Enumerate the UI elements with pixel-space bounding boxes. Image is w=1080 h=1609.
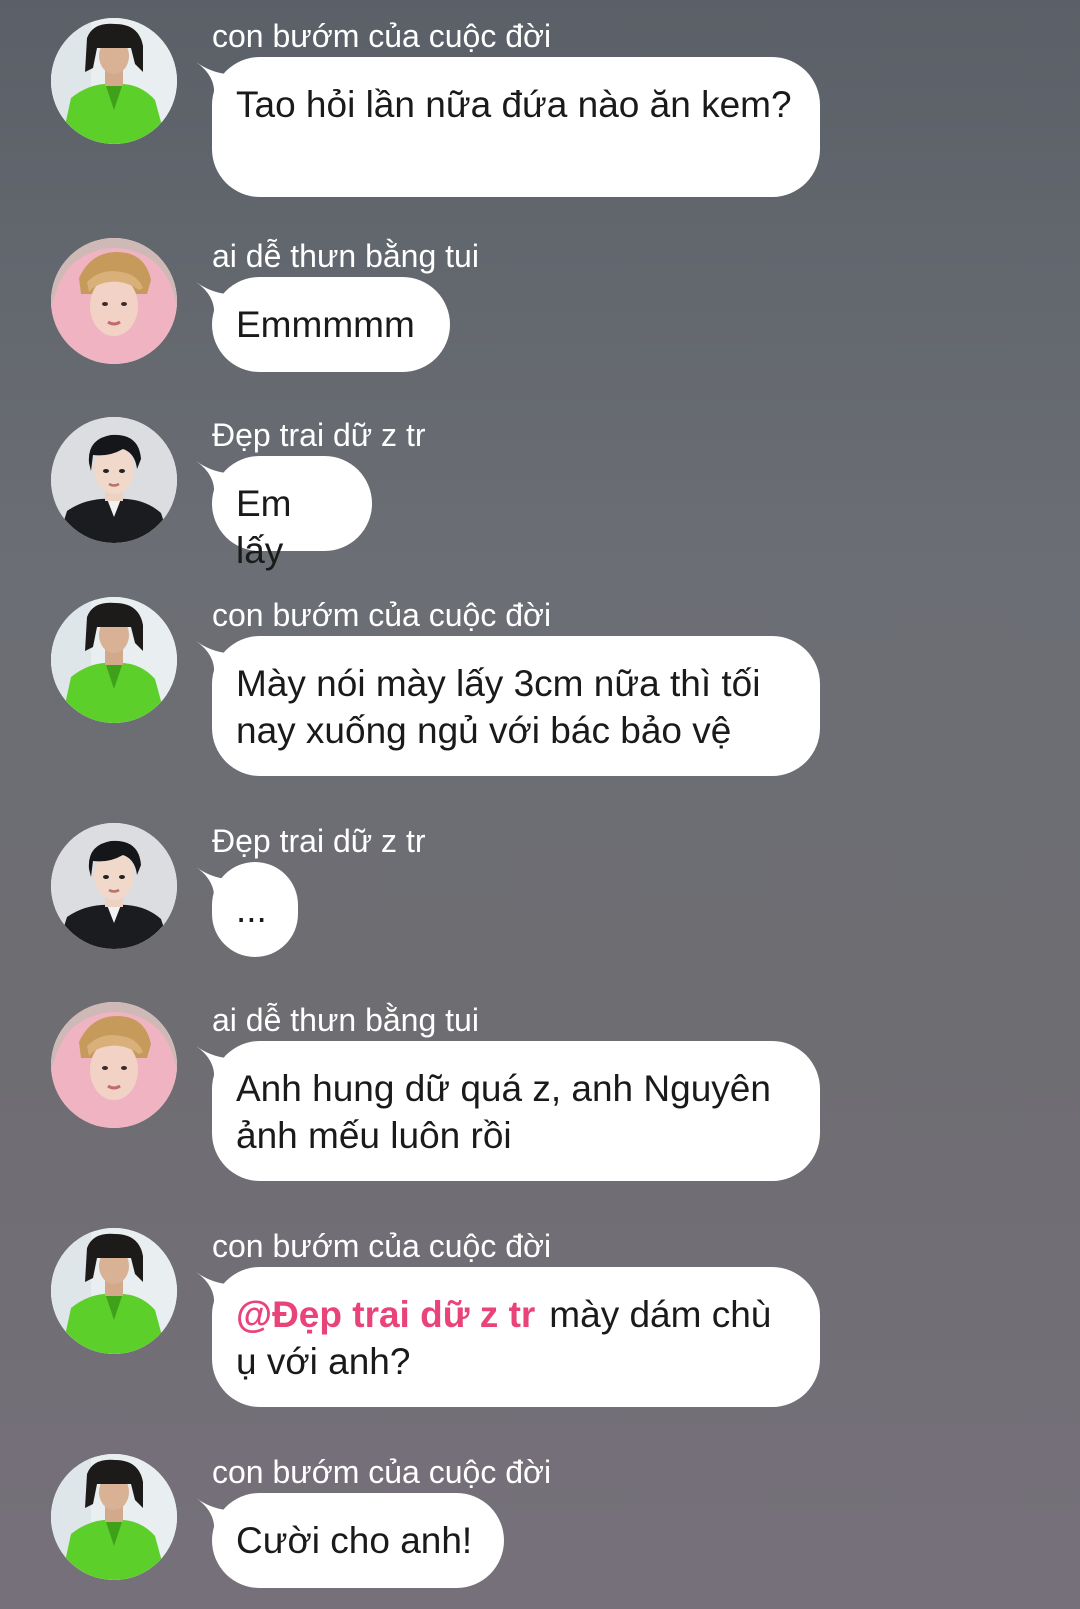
avatar-pink-hoodie[interactable] <box>51 238 177 364</box>
message-text: ... <box>236 889 267 930</box>
message-bubble[interactable]: ... <box>212 862 298 957</box>
message-bubble[interactable]: Anh hung dữ quá z, anh Nguyên ảnh mếu lu… <box>212 1041 820 1181</box>
message-bubble[interactable]: Tao hỏi lần nữa đứa nào ăn kem? <box>212 57 820 197</box>
sender-name: ai dễ thưn bằng tui <box>212 1002 479 1038</box>
message-bubble[interactable]: Em lấy <box>212 456 372 571</box>
message-bubble[interactable]: Mày nói mày lấy 3cm nữa thì tối nay xuốn… <box>212 636 820 776</box>
avatar-green-shirt[interactable] <box>51 18 177 144</box>
sender-name: con bướm của cuộc đời <box>212 1228 552 1264</box>
message-text: Tao hỏi lần nữa đứa nào ăn kem? <box>236 84 792 125</box>
message-text: Anh hung dữ quá z, anh Nguyên ảnh mếu lu… <box>236 1068 771 1156</box>
avatar-green-shirt[interactable] <box>51 597 177 723</box>
sender-name: con bướm của cuộc đời <box>212 18 552 54</box>
avatar-pink-hoodie[interactable] <box>51 1002 177 1128</box>
sender-name: Đẹp trai dữ z tr <box>212 823 426 859</box>
sender-name: con bướm của cuộc đời <box>212 1454 552 1490</box>
message-text: Emmmmm <box>236 304 415 345</box>
avatar-black-jacket[interactable] <box>51 417 177 543</box>
message-bubble[interactable]: Cười cho anh! <box>212 1493 504 1588</box>
user-mention[interactable]: @Đẹp trai dữ z tr <box>236 1294 535 1335</box>
message-text: Em lấy <box>236 483 292 571</box>
message-bubble[interactable]: @Đẹp trai dữ z tr mày dám chù ụ với anh? <box>212 1267 820 1407</box>
avatar-green-shirt[interactable] <box>51 1228 177 1354</box>
sender-name: con bướm của cuộc đời <box>212 597 552 633</box>
message-bubble[interactable]: Emmmmm <box>212 277 450 372</box>
sender-name: ai dễ thưn bằng tui <box>212 238 479 274</box>
avatar-black-jacket[interactable] <box>51 823 177 949</box>
message-text: Mày nói mày lấy 3cm nữa thì tối nay xuốn… <box>236 663 761 751</box>
sender-name: Đẹp trai dữ z tr <box>212 417 426 453</box>
avatar-green-shirt[interactable] <box>51 1454 177 1580</box>
message-text: Cười cho anh! <box>236 1520 473 1561</box>
